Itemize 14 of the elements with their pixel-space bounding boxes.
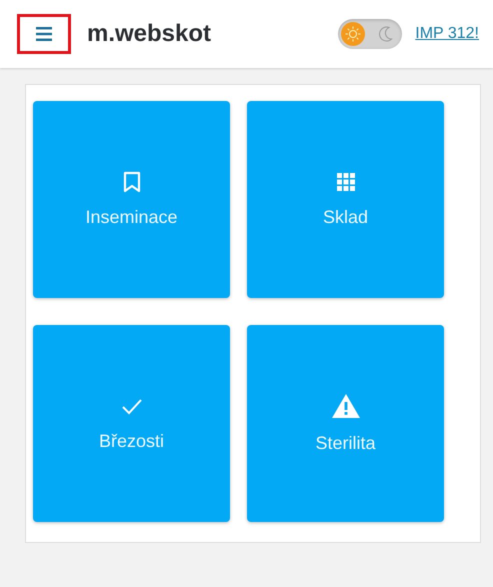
- menu-tile[interactable]: Březosti: [33, 325, 230, 522]
- grid-icon: [336, 171, 356, 193]
- menu-button[interactable]: [17, 14, 71, 54]
- imp-link[interactable]: IMP 312!: [415, 25, 479, 43]
- theme-toggle[interactable]: [338, 19, 402, 49]
- menu-tile[interactable]: Sterilita: [247, 325, 444, 522]
- menu-tile[interactable]: Inseminace: [33, 101, 230, 298]
- warning-icon: [330, 393, 360, 419]
- menu-icon: [36, 27, 52, 41]
- menu-tile[interactable]: Sklad: [247, 101, 444, 298]
- moon-icon: [379, 26, 394, 42]
- bookmark-icon: [122, 171, 142, 193]
- app-title: m.webskot: [87, 20, 212, 48]
- sun-icon: [345, 26, 362, 42]
